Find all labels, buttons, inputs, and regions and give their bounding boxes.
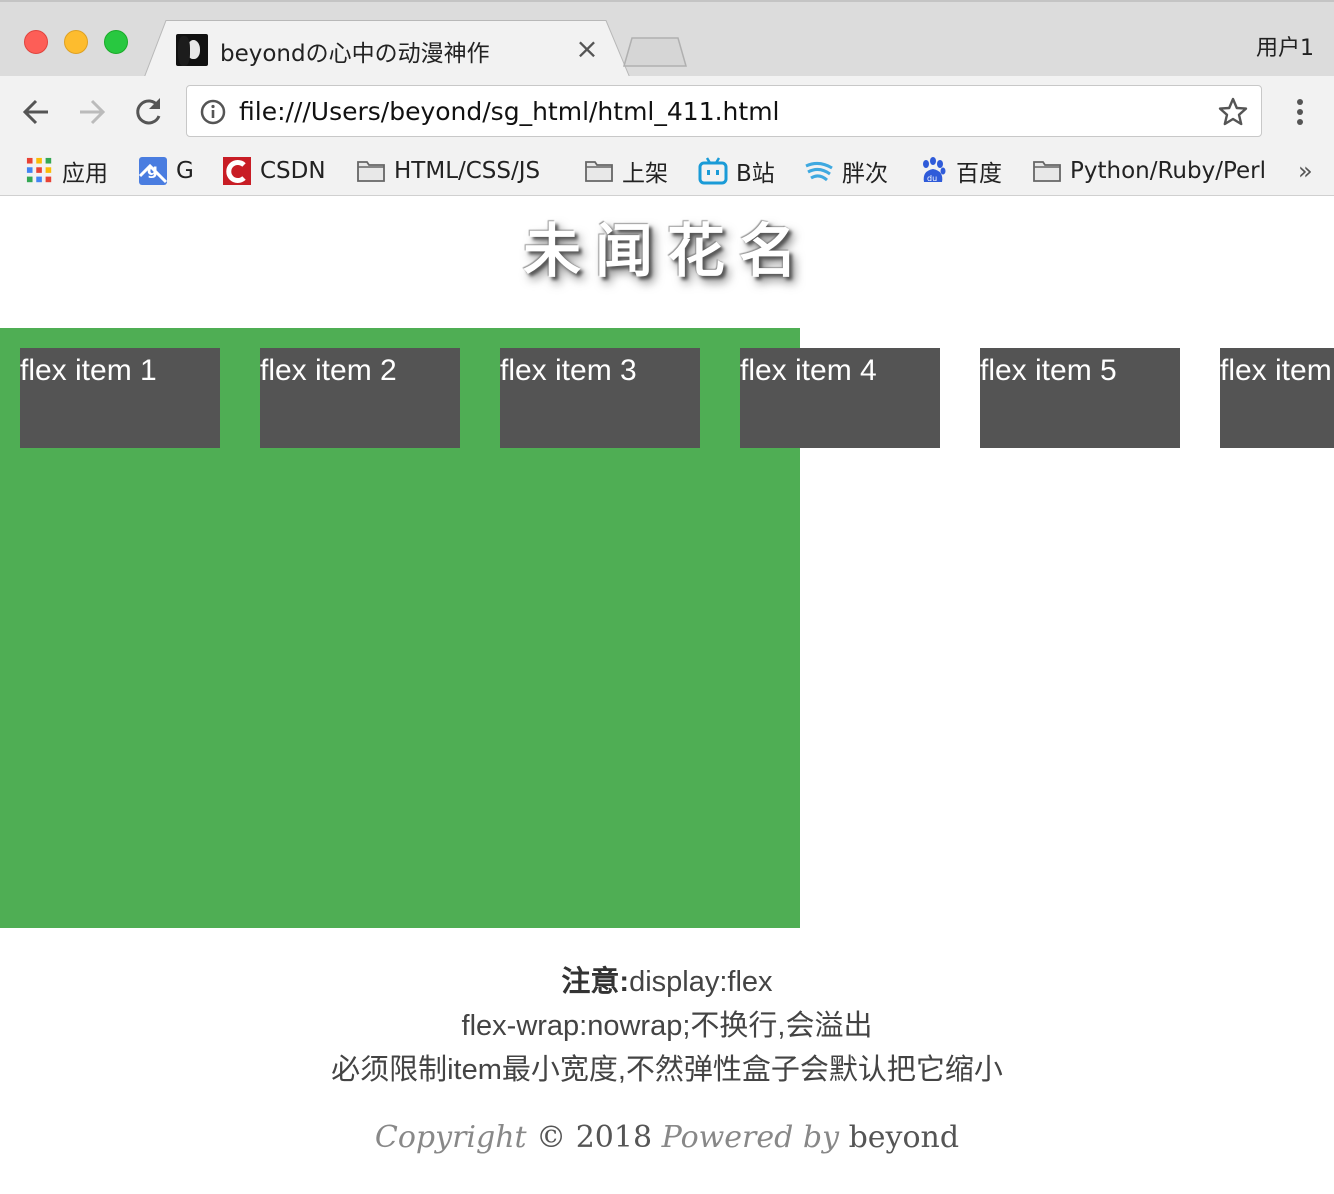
note-line-1: 注意:display:flex — [0, 960, 1334, 1004]
window-minimize-button[interactable] — [64, 30, 88, 54]
flex-item: flex item 3 — [500, 348, 700, 448]
copyright-footer: Copyright © 2018 Powered by beyond — [0, 1120, 1334, 1155]
note-display: display:flex — [629, 966, 773, 998]
csdn-icon — [223, 157, 251, 185]
bookmark-bilibili[interactable]: B站 — [698, 152, 775, 190]
window-close-button[interactable] — [24, 30, 48, 54]
bookmark-label: 上架 — [622, 161, 668, 187]
bookmark-pangci[interactable]: 胖次 — [804, 152, 888, 190]
bookmark-label: 胖次 — [842, 161, 888, 187]
folder-icon — [1033, 161, 1061, 182]
flex-item: flex item 4 — [740, 348, 940, 448]
bookmark-apps[interactable]: 应用 — [26, 152, 108, 190]
bookmarks-overflow-button[interactable]: » — [1298, 152, 1313, 190]
svg-text:g: g — [147, 161, 158, 179]
bookmark-folder-python[interactable]: Python/Ruby/Perl — [1032, 152, 1266, 190]
browser-window: beyondの心中の动漫神作 × 用户1 file:///Users/beyon… — [0, 0, 1334, 1194]
address-bar[interactable]: file:///Users/beyond/sg_html/html_411.ht… — [186, 85, 1262, 137]
bookmark-folder-html[interactable]: HTML/CSS/JS — [356, 152, 540, 190]
flex-item: flex item 5 — [980, 348, 1180, 448]
bookmark-label: HTML/CSS/JS — [394, 158, 541, 184]
flex-container: flex item 1 flex item 2 flex item 3 flex… — [0, 328, 1334, 928]
tab-strip: beyondの心中の动漫神作 × 用户1 — [0, 0, 1334, 78]
toolbar: file:///Users/beyond/sg_html/html_411.ht… — [0, 76, 1334, 146]
tab-title: beyondの心中の动漫神作 — [220, 41, 490, 67]
bookmark-g[interactable]: g G — [138, 152, 194, 190]
tab-close-button[interactable]: × — [574, 34, 600, 64]
bookmark-label: Python/Ruby/Perl — [1070, 158, 1267, 184]
note-text: 注意:display:flex flex-wrap:nowrap;不换行,会溢出… — [0, 960, 1334, 1092]
profile-button[interactable]: 用户1 — [1256, 30, 1314, 62]
new-tab-button[interactable] — [620, 36, 688, 68]
bookmark-label: 百度 — [956, 161, 1002, 187]
copyright-word: Copyright — [374, 1120, 527, 1155]
menu-kebab-icon[interactable] — [1288, 94, 1312, 130]
bookmark-star-icon[interactable] — [1217, 96, 1249, 128]
google-maps-icon: g — [138, 157, 168, 185]
baidu-paw-icon: du — [923, 157, 946, 183]
page-viewport: 未闻花名 flex item 1 flex item 2 flex item 3… — [0, 196, 1334, 1194]
powered-by: Powered by — [661, 1120, 840, 1155]
svg-text:du: du — [927, 174, 937, 183]
note-line-3: 必须限制item最小宽度,不然弹性盒子会默认把它缩小 — [331, 1054, 1003, 1086]
wave-icon — [805, 161, 833, 182]
back-arrow-icon[interactable] — [18, 94, 54, 130]
bookmark-csdn[interactable]: CSDN — [222, 152, 326, 190]
page-heading: 未闻花名 — [522, 217, 811, 285]
bookmark-label: G — [176, 158, 194, 184]
bilibili-icon — [698, 157, 728, 185]
window-maximize-button[interactable] — [104, 30, 128, 54]
forward-arrow-icon[interactable] — [74, 94, 110, 130]
flex-item: flex item 2 — [260, 348, 460, 448]
folder-icon — [357, 161, 385, 182]
copyright-year: 2018 — [575, 1120, 653, 1155]
bookmark-baidu[interactable]: du 百度 — [918, 152, 1002, 190]
copyright-author: beyond — [848, 1120, 960, 1155]
note-label: 注意: — [561, 966, 630, 998]
folder-icon — [585, 161, 613, 182]
bookmark-folder-shangjia[interactable]: 上架 — [584, 152, 668, 190]
info-icon[interactable] — [199, 98, 227, 126]
flex-item: flex item 6 — [1220, 348, 1334, 448]
bookmark-label: 应用 — [62, 161, 108, 187]
flex-item: flex item 1 — [20, 348, 220, 448]
note-line-2: flex-wrap:nowrap;不换行,会溢出 — [461, 1010, 873, 1042]
reload-icon[interactable] — [130, 94, 166, 130]
site-favicon-icon — [176, 34, 208, 66]
url-text[interactable]: file:///Users/beyond/sg_html/html_411.ht… — [239, 97, 780, 126]
bookmarks-bar: 应用 g G CSDN HTML/CSS/JS 上架 B站 胖次 du 百度 P… — [0, 146, 1334, 196]
bookmark-label: CSDN — [260, 158, 326, 184]
copyright-symbol: © — [536, 1120, 567, 1155]
apps-grid-icon — [26, 157, 52, 183]
bookmark-label: B站 — [736, 161, 775, 187]
